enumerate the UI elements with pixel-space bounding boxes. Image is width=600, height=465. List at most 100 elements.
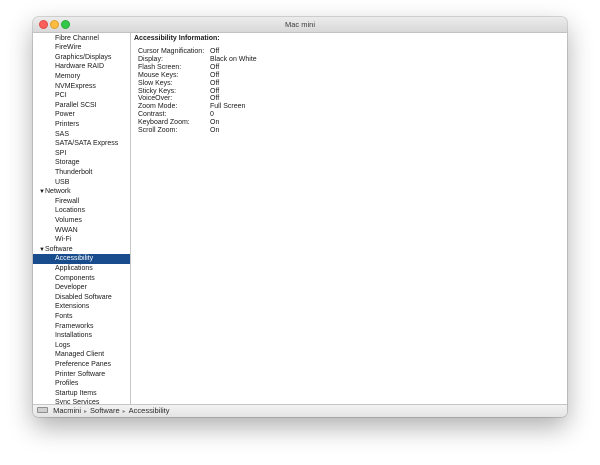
sidebar-item-label: Startup Items (55, 389, 97, 397)
info-value: On (210, 127, 220, 134)
sidebar-item-label: Components (55, 274, 95, 282)
sidebar-item-extensions[interactable]: Extensions (33, 302, 130, 312)
sidebar-item-parallel-scsi[interactable]: Parallel SCSI (33, 101, 130, 111)
sidebar-item-label: Frameworks (55, 322, 94, 330)
sidebar-item-sas[interactable]: SAS (33, 130, 130, 140)
sidebar-item-developer[interactable]: Developer (33, 283, 130, 293)
sidebar-item-wi-fi[interactable]: Wi-Fi (33, 235, 130, 245)
sidebar-item-label: Disabled Software (55, 293, 112, 301)
sidebar-item-sata-sata-express[interactable]: SATA/SATA Express (33, 139, 130, 149)
info-value: Off (210, 48, 220, 55)
sidebar-item-profiles[interactable]: Profiles (33, 379, 130, 389)
sidebar-item-label: Extensions (55, 303, 90, 311)
sidebar-item-label: SAS (55, 130, 70, 138)
sidebar-item-label: SPI (55, 149, 67, 157)
sidebar-item-frameworks[interactable]: Frameworks (33, 322, 130, 332)
sidebar-item-firewall[interactable]: Firewall (33, 197, 130, 207)
sidebar-item-graphics-displays[interactable]: Graphics/Displays (33, 53, 130, 63)
sidebar-item-volumes[interactable]: Volumes (33, 216, 130, 226)
sidebar-item-label: Printer Software (55, 370, 106, 378)
sidebar-item-logs[interactable]: Logs (33, 341, 130, 351)
sidebar-item-label: Fibre Channel (55, 34, 99, 42)
sidebar-item-memory[interactable]: Memory (33, 72, 130, 82)
sidebar-item-label: Volumes (55, 216, 82, 224)
sidebar-item-label: Storage (55, 159, 80, 167)
sidebar-item-label: Graphics/Displays (55, 53, 112, 61)
sidebar-item-label: Hardware RAID (55, 63, 105, 71)
sidebar-item-managed-client[interactable]: Managed Client (33, 350, 130, 360)
sidebar-item-label: NVMExpress (55, 82, 96, 90)
info-value: Black on White (210, 55, 257, 63)
sidebar-item-accessibility[interactable]: Accessibility (33, 254, 130, 264)
sidebar-list[interactable]: Fibre Channel FireWire Graphics/Displays Ha… (33, 33, 131, 404)
sidebar-item-thunderbolt[interactable]: Thunderbolt (33, 168, 130, 178)
info-key: Display: (138, 55, 163, 63)
sidebar-item-label: Preference Panes (55, 360, 112, 368)
sidebar-item-label: Fonts (55, 312, 73, 320)
detail-heading: Accessibility Information: (134, 35, 220, 42)
info-key: Mouse Keys: (138, 71, 179, 79)
sidebar-item-label: Managed Client (55, 351, 105, 359)
sidebar-item-label: Network (45, 188, 71, 196)
path-crumb[interactable]: Software (90, 406, 120, 415)
sidebar-item-installations[interactable]: Installations (33, 331, 130, 341)
sidebar-item-startup-items[interactable]: Startup Items (33, 389, 130, 399)
sidebar-item-disabled-software[interactable]: Disabled Software (33, 293, 130, 303)
info-value: On (210, 119, 220, 127)
info-value: 0 (210, 111, 214, 119)
sidebar-item-label: Developer (55, 284, 87, 292)
sidebar-item-components[interactable]: Components (33, 274, 130, 284)
sidebar-item-firewire[interactable]: FireWire (33, 43, 130, 53)
sidebar-item-label: Accessibility (55, 255, 94, 263)
sidebar-item-printer-software[interactable]: Printer Software (33, 370, 130, 380)
sidebar-item-label: Power (55, 111, 75, 119)
sidebar-item-storage[interactable]: Storage (33, 158, 130, 168)
sidebar-item-power[interactable]: Power (33, 110, 130, 120)
sidebar-item-spi[interactable]: SPI (33, 149, 130, 159)
sidebar-item-label: Printers (55, 120, 80, 128)
sidebar-item-printers[interactable]: Printers (33, 120, 130, 130)
sidebar-item-label: Wi-Fi (55, 236, 72, 244)
chevron-right-icon: ▸ (122, 409, 126, 415)
sidebar-item-label: WWAN (55, 226, 78, 234)
info-key: VoiceOver: (138, 95, 173, 103)
info-key: Keyboard Zoom: (138, 119, 190, 127)
path-crumb[interactable]: Macmini (53, 406, 81, 415)
detail-pane: Accessibility Information: Cursor Magnif… (131, 33, 567, 404)
title-bar[interactable]: Mac mini (33, 17, 567, 33)
sidebar-item-applications[interactable]: Applications (33, 264, 130, 274)
system-information-window: Mac mini Fibre Channel FireWire Graphics/D… (33, 17, 567, 417)
sidebar-item-label: Software (45, 245, 73, 253)
sidebar-item-usb[interactable]: USB (33, 178, 130, 188)
info-value: Off (210, 71, 220, 79)
sidebar-item-label: Parallel SCSI (55, 101, 97, 109)
sidebar-item-fonts[interactable]: Fonts (33, 312, 130, 322)
info-key: Scroll Zoom: (138, 127, 178, 134)
sidebar-item-label: Profiles (55, 380, 79, 388)
sidebar-item-label: SATA/SATA Express (55, 140, 119, 148)
sidebar-category-network[interactable]: ▼Network (33, 187, 130, 197)
sidebar-item-hardware-raid[interactable]: Hardware RAID (33, 62, 130, 72)
chevron-right-icon: ▸ (84, 409, 88, 415)
path-bar: Macmini ▸ Software ▸ Accessibility (33, 404, 567, 417)
sidebar-item-label: Applications (55, 264, 93, 272)
sidebar-category-software[interactable]: ▼Software (33, 245, 130, 255)
info-value: Off (210, 63, 220, 71)
sidebar-item-label: PCI (55, 92, 67, 100)
path-crumb[interactable]: Accessibility (129, 406, 170, 415)
info-value: Off (210, 79, 220, 87)
info-key: Flash Screen: (138, 63, 182, 71)
sidebar-item-label: Locations (55, 207, 85, 215)
sidebar-item-wwan[interactable]: WWAN (33, 226, 130, 236)
info-key: Slow Keys: (138, 79, 173, 87)
info-value: Off (210, 87, 220, 95)
sidebar-item-nvmexpress[interactable]: NVMExpress (33, 82, 130, 92)
sidebar-item-pci[interactable]: PCI (33, 91, 130, 101)
info-key: Contrast: (138, 111, 167, 119)
sidebar-item-label: Logs (55, 341, 71, 349)
sidebar-item-label: Firewall (55, 197, 80, 205)
info-key: Cursor Magnification: (138, 48, 205, 55)
sidebar-item-locations[interactable]: Locations (33, 206, 130, 216)
sidebar-item-fibre-channel[interactable]: Fibre Channel (33, 34, 130, 44)
sidebar-item-preference-panes[interactable]: Preference Panes (33, 360, 130, 370)
